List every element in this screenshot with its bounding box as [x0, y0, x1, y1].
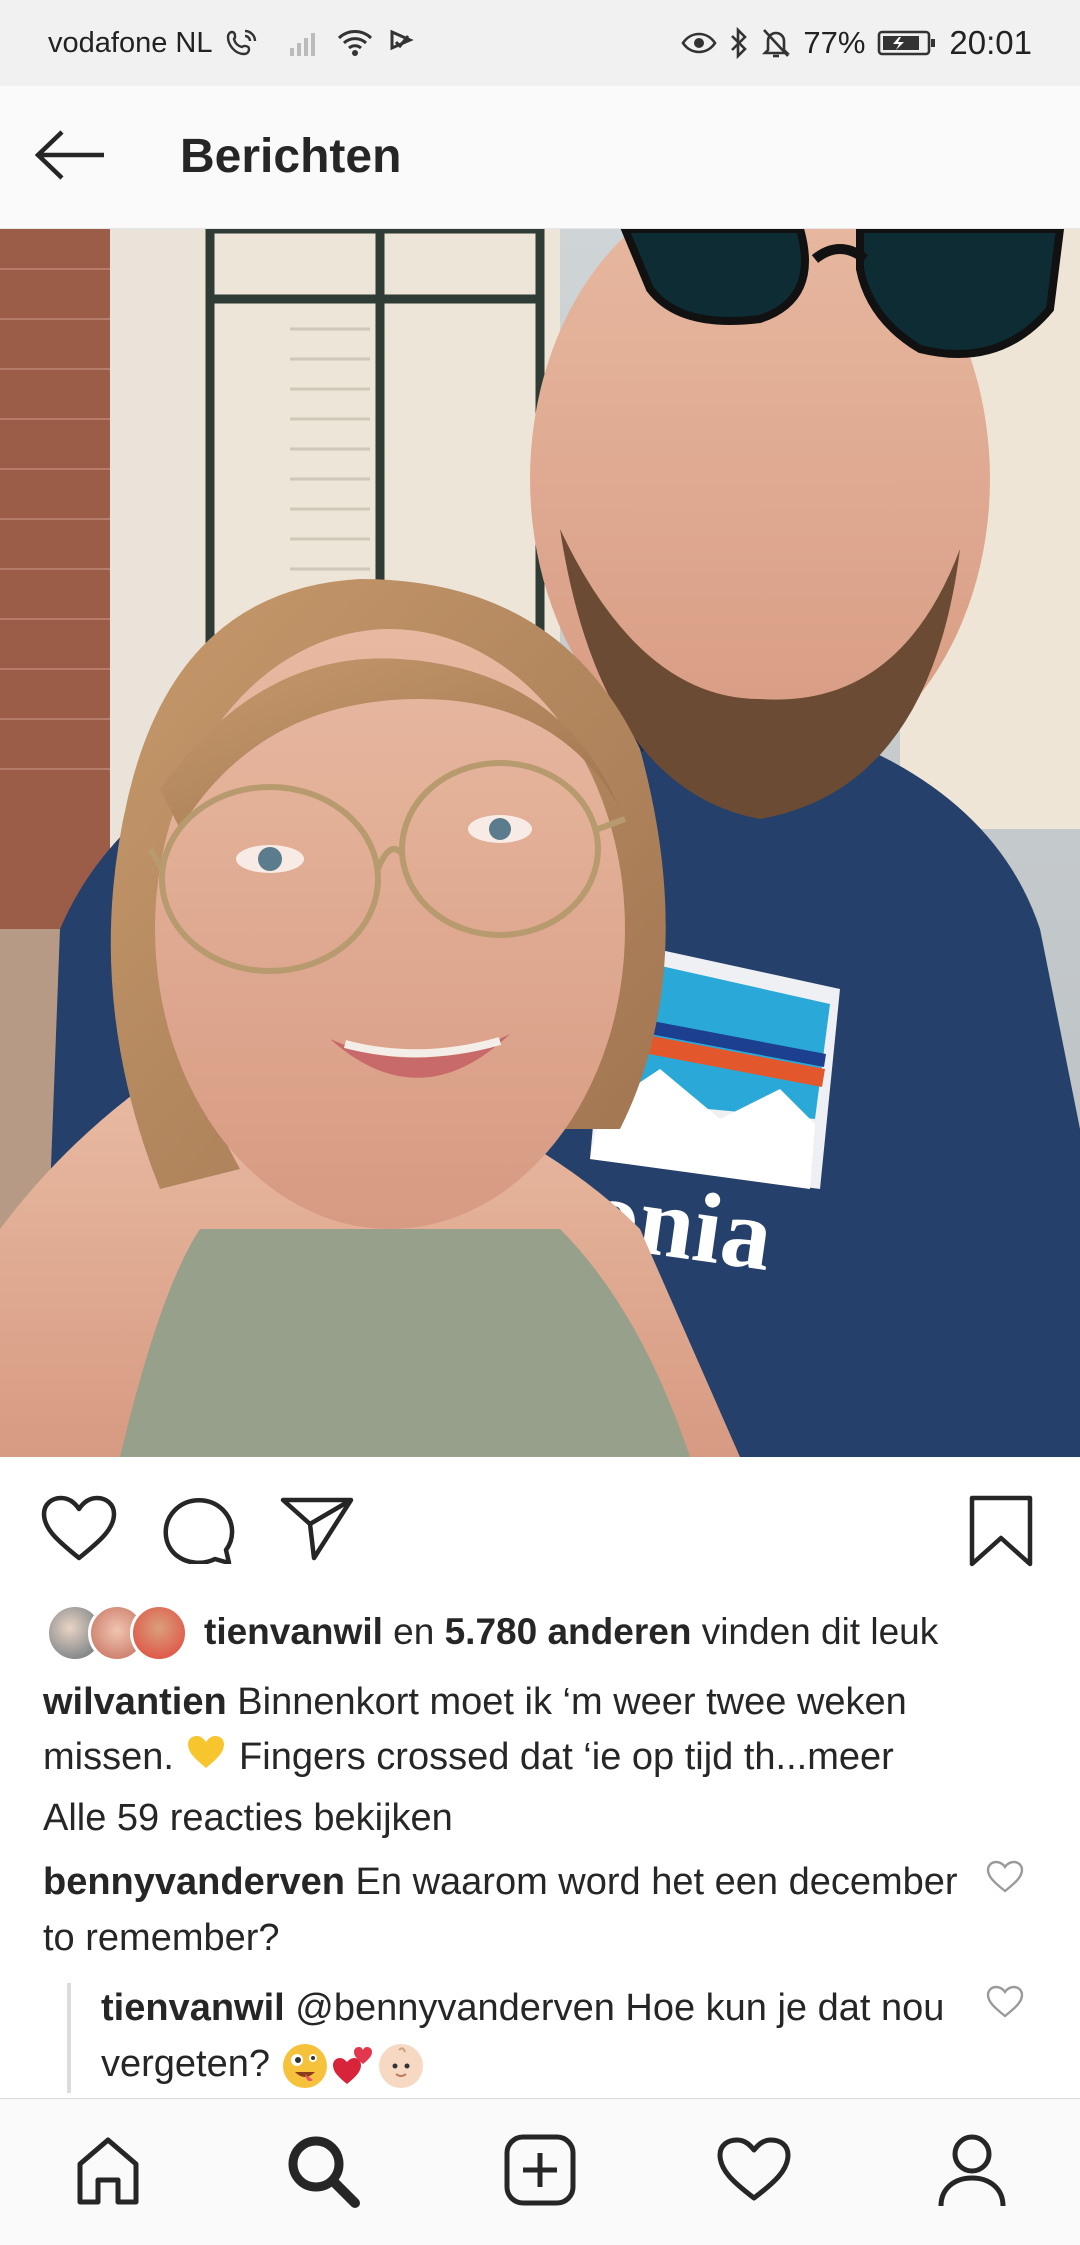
bluetooth-icon — [729, 27, 749, 59]
comment-username[interactable]: tienvanwil — [101, 1987, 285, 2029]
signal-icon — [288, 28, 322, 58]
post-photo[interactable]: onia — [0, 229, 1080, 1457]
heart-icon — [986, 1860, 1024, 1898]
carrier-label: vodafone NL — [48, 26, 213, 59]
battery-percent: 77% — [803, 25, 866, 60]
likes-suffix: vinden dit leuk — [691, 1611, 939, 1652]
comment-reply: tienvanwil @bennyvanderven Hoe kun je da… — [101, 1980, 961, 2092]
reply-thread-line — [67, 1983, 71, 2093]
wifi-call-icon — [226, 28, 258, 58]
caption-username[interactable]: wilvantien — [43, 1681, 227, 1723]
clock: 20:01 — [949, 24, 1032, 61]
back-button[interactable] — [30, 122, 110, 192]
mute-bell-icon — [761, 27, 791, 59]
caption-text-continued: Fingers crossed dat ‘ie op tijd th... — [228, 1736, 808, 1778]
heart-icon — [986, 1985, 1024, 2023]
bookmark-icon — [968, 1494, 1034, 1573]
post-actions — [0, 1458, 1080, 1598]
baby-emoji — [378, 2043, 423, 2088]
comment-like-button[interactable] — [986, 1860, 1026, 1896]
likes-count[interactable]: 5.780 anderen — [445, 1611, 692, 1652]
comment: bennyvanderven En waarom word het een de… — [43, 1854, 963, 1966]
activity-heart-icon — [716, 2136, 792, 2209]
battery-icon — [877, 28, 937, 58]
zany-face-emoji — [282, 2043, 327, 2088]
nav-new-post[interactable] — [470, 2099, 610, 2245]
save-button[interactable] — [968, 1494, 1034, 1573]
likes-summary[interactable]: tienvanwil en 5.780 anderen vinden dit l… — [46, 1600, 1046, 1664]
cast-icon — [388, 28, 415, 58]
send-icon — [280, 1494, 354, 1567]
avatar — [130, 1604, 188, 1662]
top-app-bar: Berichten — [0, 86, 1080, 229]
add-post-icon — [503, 2133, 577, 2212]
yellow-heart-emoji — [186, 1731, 226, 1786]
comment-username[interactable]: bennyvanderven — [43, 1861, 345, 1903]
nav-activity[interactable] — [684, 2099, 824, 2245]
bottom-navigation — [0, 2098, 1080, 2245]
status-bar: vodafone NL 77% 20:01 — [0, 0, 1080, 86]
like-button[interactable] — [40, 1494, 118, 1569]
share-button[interactable] — [280, 1494, 354, 1567]
nav-search[interactable] — [252, 2099, 392, 2245]
post-caption: wilvantien Binnenkort moet ik ‘m weer tw… — [43, 1675, 1043, 1786]
reply-like-button[interactable] — [986, 1985, 1026, 2021]
liker-username[interactable]: tienvanwil — [204, 1611, 383, 1652]
page-title: Berichten — [180, 130, 402, 183]
search-icon — [284, 2132, 360, 2213]
liker-avatars — [46, 1604, 188, 1662]
view-all-comments-link[interactable]: Alle 59 reacties bekijken — [43, 1797, 453, 1840]
two-hearts-emoji — [331, 2044, 375, 2088]
wifi-icon — [336, 28, 374, 58]
heart-icon — [40, 1494, 118, 1569]
nav-home[interactable] — [38, 2099, 178, 2245]
home-icon — [72, 2134, 144, 2211]
likes-connector: en — [382, 1611, 445, 1652]
comment-bubble-icon — [162, 1494, 236, 1569]
arrow-left-icon — [34, 129, 106, 185]
more-link[interactable]: meer — [807, 1736, 894, 1778]
comment-button[interactable] — [162, 1494, 236, 1569]
eye-icon — [681, 28, 717, 58]
profile-icon — [936, 2132, 1008, 2213]
nav-profile[interactable] — [902, 2099, 1042, 2245]
